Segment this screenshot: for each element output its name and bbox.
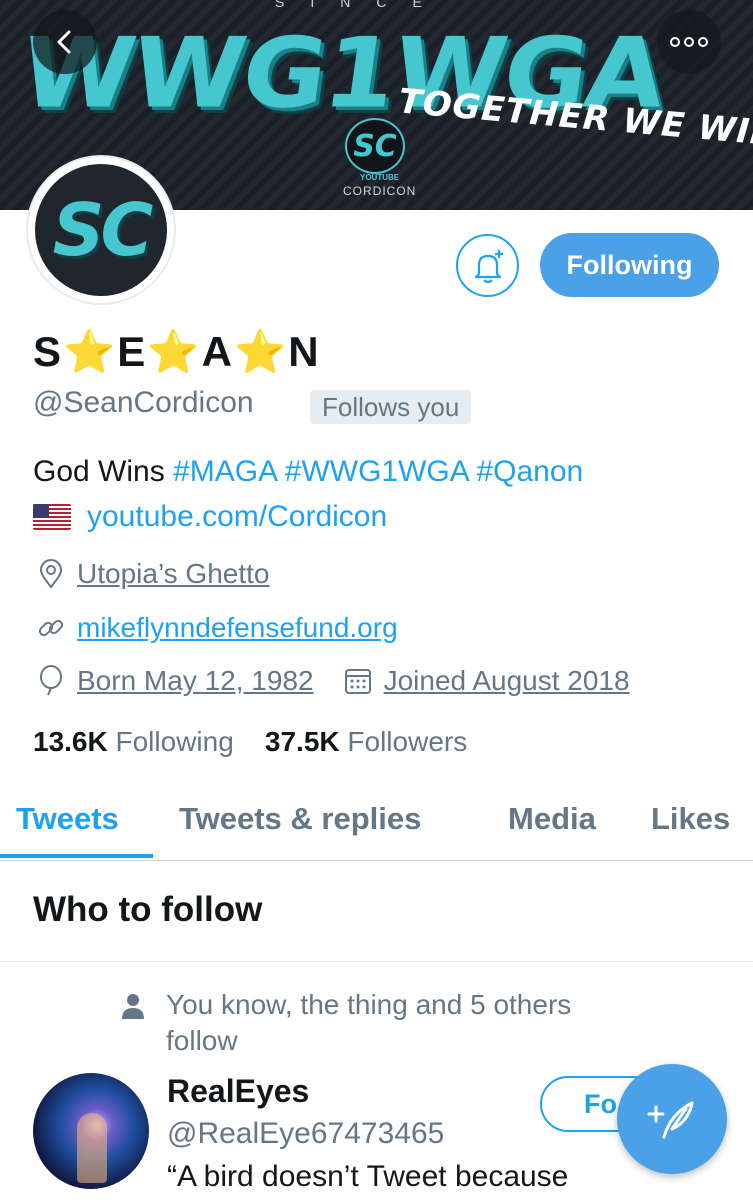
followers-count-link[interactable]: 37.5K Followers [265,726,467,757]
compose-feather-icon [647,1101,694,1139]
following-count: 13.6K [33,726,108,757]
person-icon [122,994,144,1019]
follows-you-badge: Follows you [310,390,472,424]
balloon-icon [33,663,69,699]
banner-since-text: SINCE [275,0,448,10]
tab-media[interactable]: Media [508,801,596,837]
bell-plus-icon [474,249,503,283]
banner-logo-name: CORDICON [343,184,417,198]
back-button[interactable] [33,10,97,74]
website-link[interactable]: mikeflynndefensefund.org [77,612,398,644]
location-text[interactable]: Utopia’s Ghetto [77,558,270,590]
followers-count: 37.5K [264,726,340,757]
birthday-text: Born May 12, 1982 [77,665,314,696]
following-button[interactable]: Following [540,233,719,297]
hashtag-qanon[interactable]: #Qanon [476,455,583,488]
tab-likes[interactable]: Likes [651,801,730,837]
chevron-left-icon [57,30,71,54]
profile-avatar[interactable]: SC [26,155,176,305]
suggested-user-bio: “A bird doesn’t Tweet because [167,1160,569,1193]
following-count-link[interactable]: 13.6K Following [33,726,234,757]
bio-youtube-link[interactable]: youtube.com/Cordicon [87,500,387,534]
display-name: S⭐E⭐A⭐N [33,328,321,375]
more-options-button[interactable] [657,10,721,74]
bio-line: God Wins #MAGA #WWG1WGA #Qanon [33,455,583,489]
compose-tweet-button[interactable] [617,1064,727,1174]
banner-logo-caption: YOUTUBE [360,173,400,182]
suggested-user-handle: @RealEye67473465 [167,1117,445,1150]
active-tab-indicator [0,854,153,858]
calendar-icon [340,663,376,699]
who-to-follow-title: Who to follow [33,890,263,929]
section-divider [0,961,753,962]
follow-counts: 13.6K Following 37.5K Followers [33,726,467,758]
social-context-text: You know, the thing and 5 others follow [166,989,572,1056]
hashtag-wwg1wga[interactable]: #WWG1WGA [285,455,468,488]
location-row: Utopia’s Ghetto [33,556,270,592]
profile-handle: @SeanCordicon [33,386,254,419]
bio-link-line: youtube.com/Cordicon [33,500,387,534]
tab-tweets-replies[interactable]: Tweets & replies [179,801,421,837]
joined-text: Joined August 2018 [383,665,630,696]
avatar-image: SC [35,164,167,296]
website-row: mikeflynndefensefund.org [33,610,398,646]
hashtag-maga[interactable]: #MAGA [173,455,276,488]
location-pin-icon [33,556,69,592]
tab-tweets[interactable]: Tweets [16,801,119,837]
banner-logo: SC [345,118,405,174]
suggested-user-name[interactable]: RealEyes [167,1073,309,1110]
notifications-button[interactable] [456,234,519,297]
following-count-label: Following [115,726,234,757]
link-icon [33,610,69,646]
followers-count-label: Followers [347,726,468,757]
profile-tabs: Tweets Tweets & replies Media Likes [0,795,753,861]
us-flag-icon [33,504,71,530]
suggested-user-avatar[interactable] [33,1073,149,1189]
bio-text: God Wins [33,455,165,488]
more-dots-icon [670,37,708,47]
dates-row: Born May 12, 1982 Joined August 2018 [33,663,630,699]
